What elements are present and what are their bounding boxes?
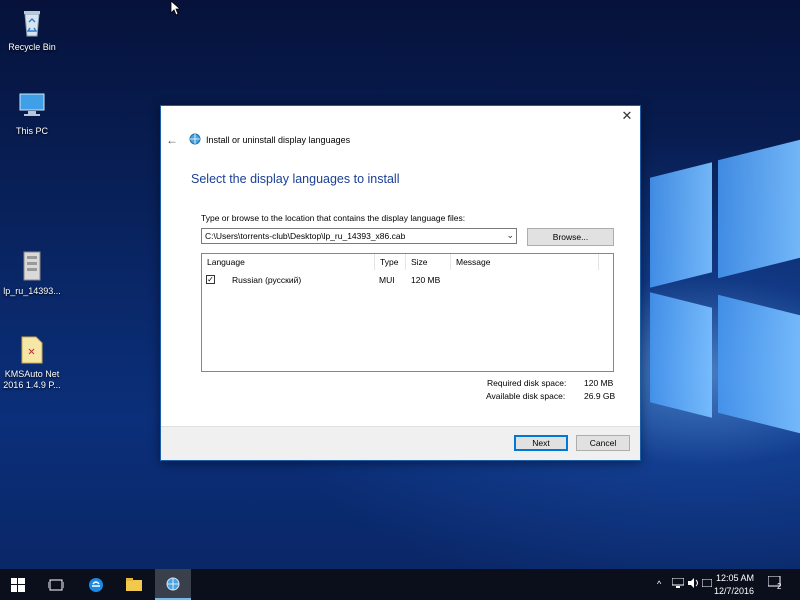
install-language-dialog: ✕ ← Install or uninstall display languag…: [160, 105, 641, 461]
back-button[interactable]: ←: [166, 133, 178, 147]
row-language: Russian (русский): [232, 275, 302, 285]
column-header-message[interactable]: Message: [451, 254, 599, 270]
taskbar: ^ 12:05 AM 12/7/2016 2: [0, 569, 800, 600]
wallpaper-beam: [718, 294, 800, 434]
dialog-footer: Next Cancel: [161, 426, 640, 460]
clock-time[interactable]: 12:05 AM: [716, 573, 754, 583]
wallpaper-beam: [650, 162, 712, 288]
chevron-down-icon[interactable]: ⌄: [506, 230, 514, 241]
desktop-icon-label: Recycle Bin: [8, 42, 56, 52]
wallpaper-beam: [650, 292, 712, 418]
desktop-icon-label: KMSAuto Net 2016 1.4.9 P...: [3, 369, 61, 390]
close-button[interactable]: ✕: [620, 109, 634, 123]
table-row[interactable]: ✓ Russian (русский) MUI 120 MB: [202, 272, 613, 287]
desktop-icon-this-pc[interactable]: This PC: [0, 90, 64, 137]
folder-icon: [16, 333, 48, 365]
row-size: 120 MB: [411, 275, 441, 285]
dialog-title: Install or uninstall display languages: [206, 135, 351, 145]
language-list[interactable]: Language Type Size Message ✓ Russian (ру…: [201, 253, 614, 372]
available-space-label: Available disk space:: [486, 391, 566, 401]
task-view-button[interactable]: [38, 569, 74, 600]
notification-count: 2: [777, 582, 782, 591]
recycle-bin-icon: [16, 6, 48, 38]
desktop-icon-recycle-bin[interactable]: Recycle Bin: [0, 6, 64, 53]
windows-logo-icon: [11, 577, 25, 592]
mouse-cursor-icon: [170, 0, 182, 18]
keyboard-icon[interactable]: [701, 578, 713, 589]
edge-browser-button[interactable]: [78, 569, 114, 600]
desktop-icon-label: lp_ru_14393...: [3, 286, 61, 296]
desktop-icon-cab-file[interactable]: lp_ru_14393...: [0, 250, 64, 297]
show-hidden-icons-button[interactable]: ^: [657, 579, 661, 589]
action-center-button[interactable]: 2: [767, 575, 782, 592]
edge-icon: [89, 577, 103, 592]
row-type: MUI: [379, 275, 395, 285]
this-pc-icon: [16, 90, 48, 122]
column-header-type[interactable]: Type: [375, 254, 406, 270]
language-globe-icon: [166, 577, 180, 590]
task-view-icon: [48, 579, 64, 590]
next-button[interactable]: Next: [514, 435, 568, 451]
folder-icon: [126, 577, 142, 591]
path-label: Type or browse to the location that cont…: [201, 213, 466, 223]
desktop-icon-label: This PC: [15, 126, 48, 136]
cab-file-icon: [16, 250, 48, 282]
page-heading: Select the display languages to install: [191, 172, 400, 186]
column-header-language[interactable]: Language: [202, 254, 375, 270]
checkmark-icon: ✓: [207, 275, 214, 284]
start-button[interactable]: [0, 569, 36, 600]
clock-date[interactable]: 12/7/2016: [714, 586, 754, 596]
language-globe-icon: [189, 133, 201, 145]
language-checkbox[interactable]: ✓: [206, 275, 215, 284]
browse-button[interactable]: Browse...: [527, 228, 614, 246]
path-value: C:\Users\torrents-club\Desktop\lp_ru_143…: [205, 231, 406, 241]
desktop-icon-kmsauto[interactable]: KMSAuto Net 2016 1.4.9 P...: [0, 333, 64, 391]
cancel-button[interactable]: Cancel: [576, 435, 630, 451]
column-header-size[interactable]: Size: [406, 254, 451, 270]
wallpaper-beam: [718, 139, 800, 279]
volume-icon[interactable]: [688, 578, 700, 590]
language-settings-taskbar-button[interactable]: [155, 569, 191, 600]
required-space-label: Required disk space:: [487, 378, 567, 388]
required-space-value: 120 MB: [584, 378, 614, 388]
file-explorer-button[interactable]: [116, 569, 152, 600]
available-space-value: 26.9 GB: [584, 391, 616, 401]
path-combobox[interactable]: C:\Users\torrents-club\Desktop\lp_ru_143…: [201, 228, 517, 244]
network-icon[interactable]: [671, 577, 685, 590]
